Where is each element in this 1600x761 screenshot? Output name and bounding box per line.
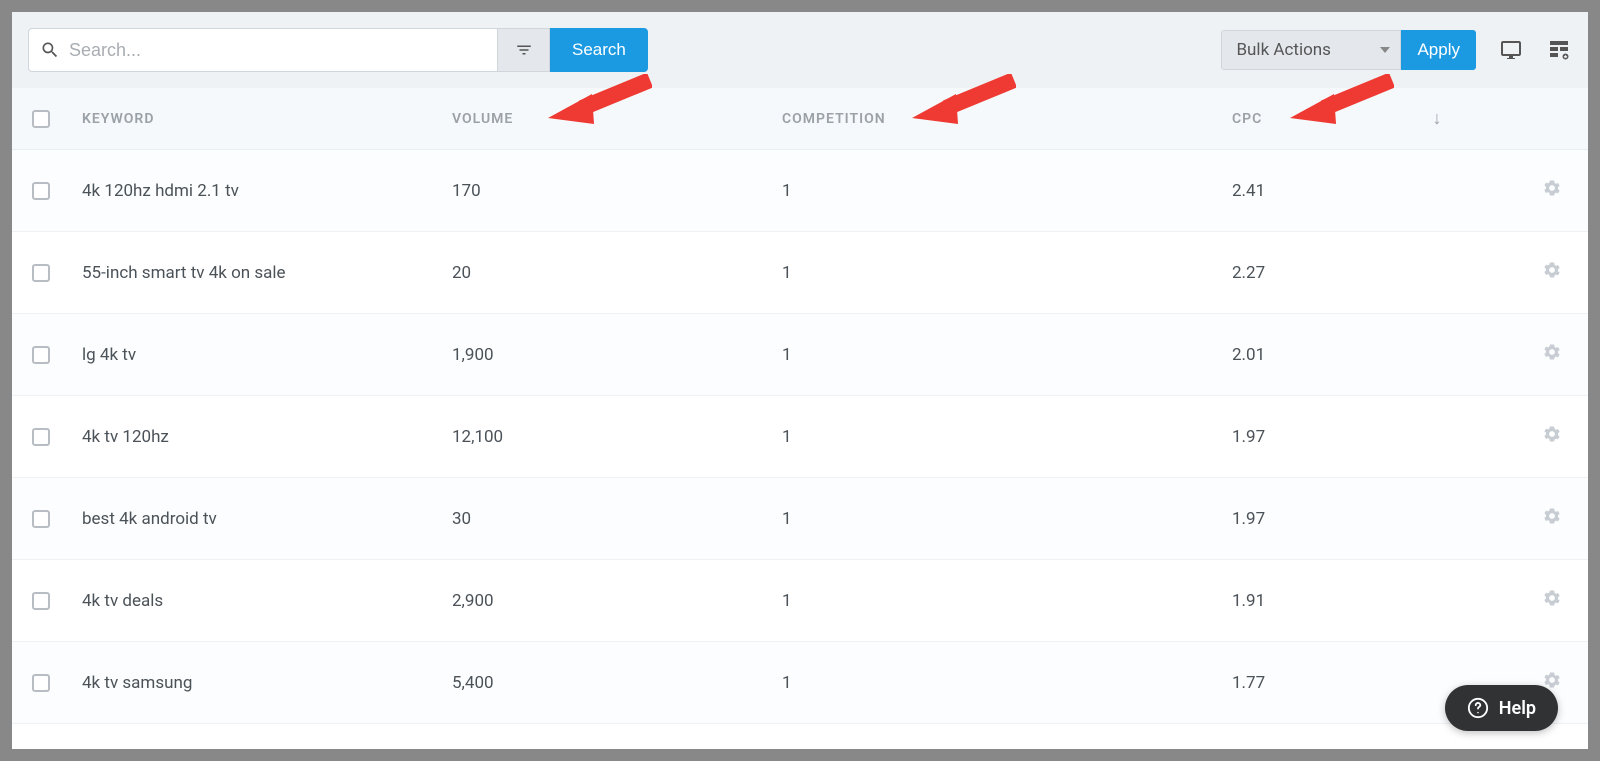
- row-checkbox[interactable]: [32, 592, 50, 610]
- table-row: 4k tv 120hz12,10011.97: [12, 396, 1588, 478]
- sort-indicator[interactable]: ↓: [1422, 108, 1452, 129]
- cell-volume: 30: [452, 509, 782, 529]
- cell-keyword: lg 4k tv: [82, 345, 452, 365]
- search-button[interactable]: Search: [550, 28, 648, 72]
- cell-cpc: 1.77: [1232, 673, 1422, 693]
- cell-competition: 1: [782, 427, 1232, 447]
- chevron-down-icon: [1380, 47, 1390, 53]
- bulk-actions-select[interactable]: Bulk Actions: [1221, 30, 1401, 70]
- cell-competition: 1: [782, 591, 1232, 611]
- filter-button[interactable]: [498, 28, 550, 72]
- table-body: 4k 120hz hdmi 2.1 tv17012.4155-inch smar…: [12, 150, 1588, 724]
- cell-keyword: 4k tv samsung: [82, 673, 452, 693]
- table-settings-icon[interactable]: [1546, 38, 1572, 62]
- gear-icon[interactable]: [1542, 178, 1562, 198]
- annotation-arrow-volume: [542, 74, 652, 136]
- cell-volume: 5,400: [452, 673, 782, 693]
- gear-icon[interactable]: [1542, 424, 1562, 444]
- select-all-checkbox[interactable]: [32, 110, 50, 128]
- cell-cpc: 2.01: [1232, 345, 1422, 365]
- table-row: 4k 120hz hdmi 2.1 tv17012.41: [12, 150, 1588, 232]
- search-input-wrap: [28, 28, 498, 72]
- table-header: KEYWORD VOLUME COMPETITION CPC ↓: [12, 88, 1588, 150]
- search-group: Search: [28, 28, 648, 72]
- table-row: lg 4k tv1,90012.01: [12, 314, 1588, 396]
- cell-volume: 20: [452, 263, 782, 283]
- row-checkbox[interactable]: [32, 674, 50, 692]
- cell-keyword: 4k tv deals: [82, 591, 452, 611]
- cell-keyword: 4k 120hz hdmi 2.1 tv: [82, 181, 452, 201]
- funnel-icon: [515, 41, 533, 59]
- annotation-arrow-cpc: [1284, 74, 1394, 136]
- table-row: 4k tv samsung5,40011.77: [12, 642, 1588, 724]
- gear-icon[interactable]: [1542, 506, 1562, 526]
- column-header-keyword[interactable]: KEYWORD: [82, 111, 452, 127]
- cell-keyword: 4k tv 120hz: [82, 427, 452, 447]
- monitor-icon[interactable]: [1498, 38, 1524, 62]
- gear-icon[interactable]: [1542, 588, 1562, 608]
- cell-cpc: 1.97: [1232, 509, 1422, 529]
- bulk-actions-label: Bulk Actions: [1236, 40, 1330, 60]
- app-frame: Search Bulk Actions Apply KEYWORD VOLUME…: [12, 12, 1588, 749]
- cell-competition: 1: [782, 673, 1232, 693]
- row-checkbox[interactable]: [32, 428, 50, 446]
- gear-icon[interactable]: [1542, 260, 1562, 280]
- row-checkbox[interactable]: [32, 510, 50, 528]
- table-row: 55-inch smart tv 4k on sale2012.27: [12, 232, 1588, 314]
- table-row: best 4k android tv3011.97: [12, 478, 1588, 560]
- cell-keyword: best 4k android tv: [82, 509, 452, 529]
- cell-competition: 1: [782, 263, 1232, 283]
- cell-competition: 1: [782, 509, 1232, 529]
- search-input[interactable]: [28, 28, 498, 72]
- annotation-arrow-competition: [906, 74, 1016, 136]
- help-button[interactable]: Help: [1445, 685, 1558, 731]
- cell-volume: 2,900: [452, 591, 782, 611]
- cell-keyword: 55-inch smart tv 4k on sale: [82, 263, 452, 283]
- cell-volume: 170: [452, 181, 782, 201]
- cell-volume: 12,100: [452, 427, 782, 447]
- cell-competition: 1: [782, 181, 1232, 201]
- row-checkbox[interactable]: [32, 182, 50, 200]
- cell-cpc: 1.91: [1232, 591, 1422, 611]
- cell-cpc: 2.27: [1232, 263, 1422, 283]
- gear-icon[interactable]: [1542, 342, 1562, 362]
- row-checkbox[interactable]: [32, 264, 50, 282]
- apply-button[interactable]: Apply: [1401, 30, 1476, 70]
- help-label: Help: [1499, 698, 1536, 719]
- cell-cpc: 2.41: [1232, 181, 1422, 201]
- help-icon: [1467, 697, 1489, 719]
- cell-cpc: 1.97: [1232, 427, 1422, 447]
- cell-volume: 1,900: [452, 345, 782, 365]
- search-icon: [40, 40, 60, 60]
- row-checkbox[interactable]: [32, 346, 50, 364]
- table-row: 4k tv deals2,90011.91: [12, 560, 1588, 642]
- cell-competition: 1: [782, 345, 1232, 365]
